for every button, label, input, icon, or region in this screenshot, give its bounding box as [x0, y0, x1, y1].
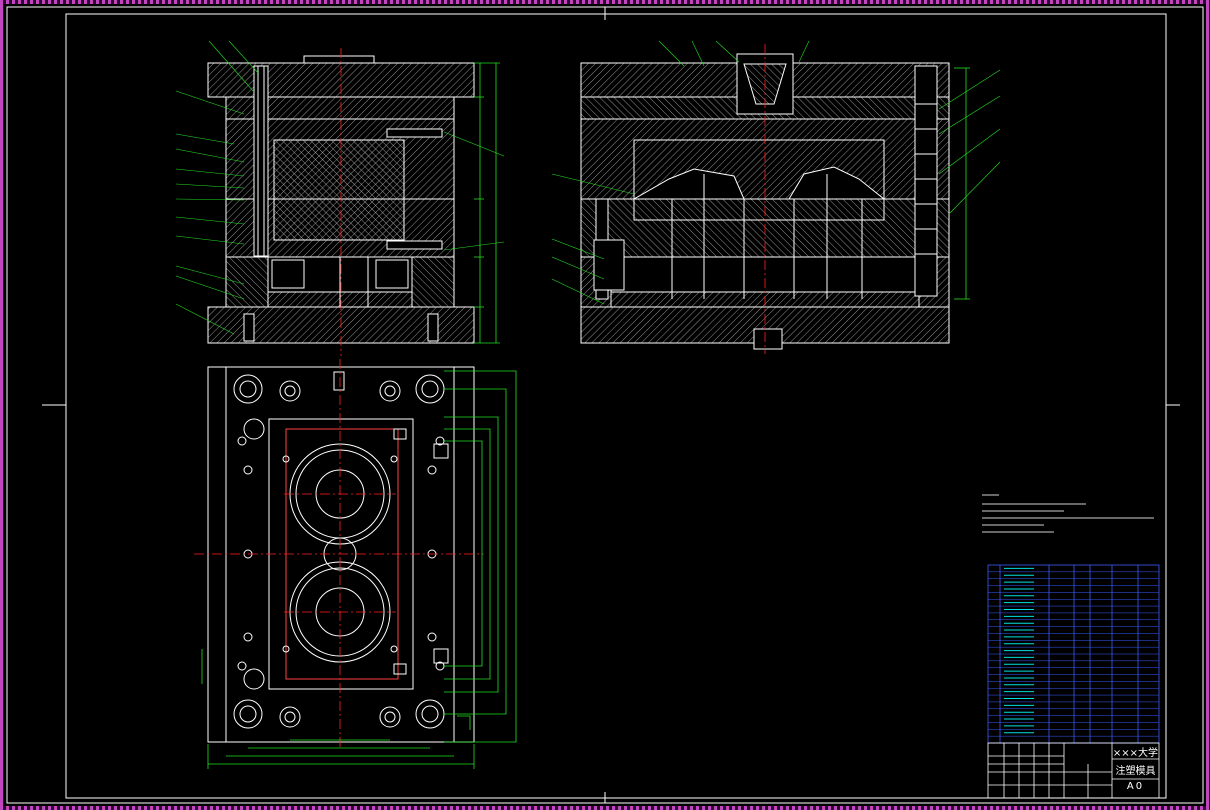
mold-drawing: [6, 6, 1204, 804]
drawing-title: 注塑模具: [1115, 766, 1156, 777]
technical-requirements: [982, 494, 1154, 533]
school-name: ×××大学: [1112, 748, 1159, 759]
cad-canvas[interactable]: ×××大学 注塑模具 A0: [4, 4, 1206, 806]
side-view-dimensions: [954, 67, 970, 300]
bom-rows: [988, 567, 1159, 737]
plan-view: [207, 366, 475, 743]
plan-view-centerlines: [194, 359, 484, 749]
front-view-dimensions: [474, 62, 500, 344]
plan-view-dimensions: [201, 370, 517, 769]
sheet-size: A0: [1126, 781, 1145, 792]
